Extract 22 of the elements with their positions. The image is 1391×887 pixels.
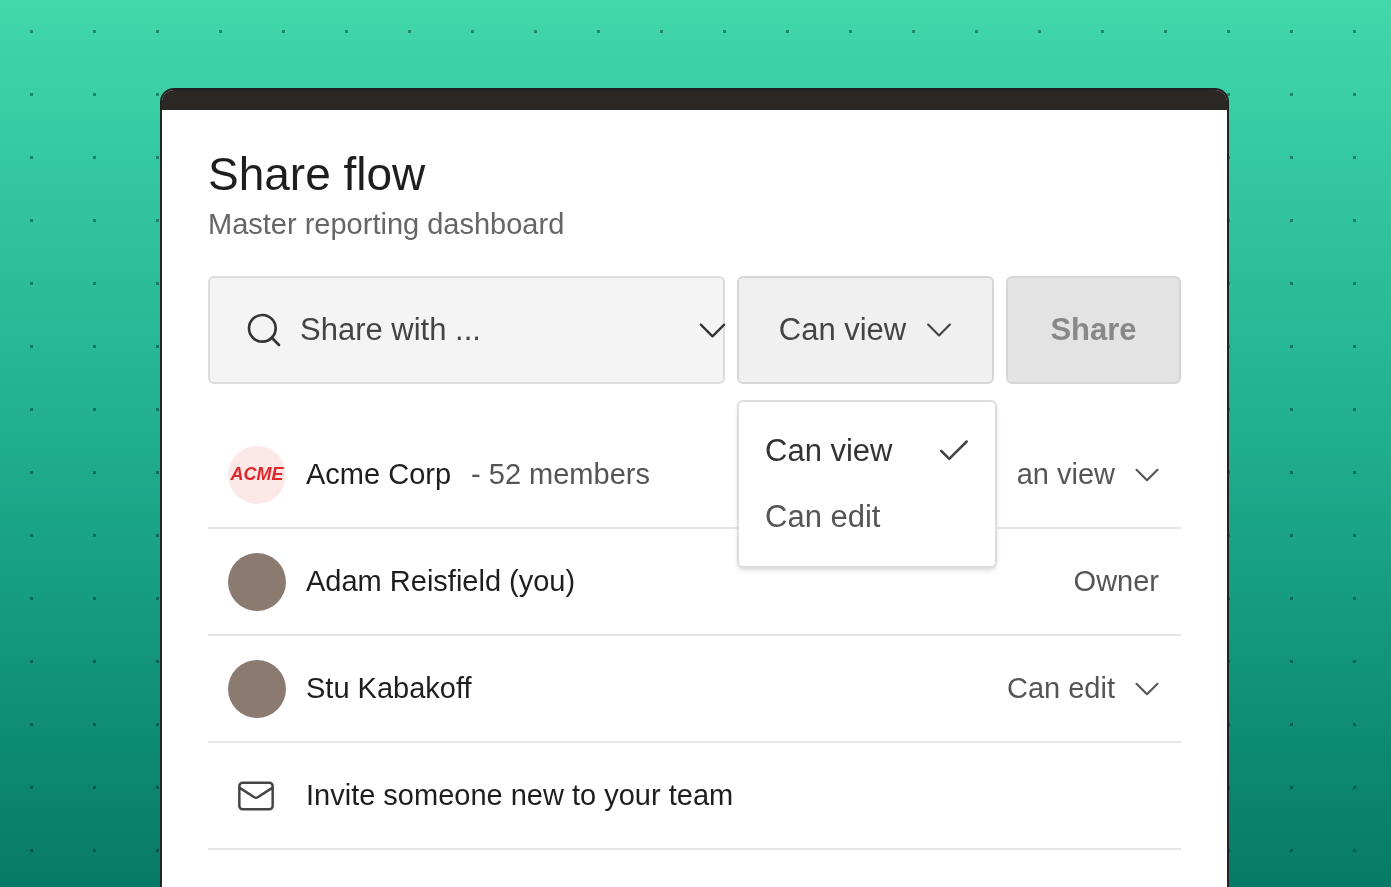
chevron-down-icon	[1135, 681, 1159, 696]
role-select[interactable]: Can edit	[1007, 666, 1159, 711]
invite-link[interactable]: Invite someone new to your team	[306, 773, 734, 818]
dialog-subtitle: Master reporting dashboard	[208, 207, 566, 242]
permission-option[interactable]: Can edit	[739, 484, 995, 550]
share-with-field[interactable]: Share with ...	[208, 276, 725, 384]
chevron-down-icon	[926, 323, 953, 337]
chevron-down-icon	[1135, 467, 1159, 482]
avatar-placeholder	[228, 552, 286, 611]
permission-option[interactable]: Can view	[739, 418, 995, 484]
role-select[interactable]: an view	[1016, 452, 1159, 497]
member-name: Stu Kabakoff	[306, 670, 472, 706]
chevron-down-icon	[699, 322, 726, 338]
dialog-title: Share flow	[208, 147, 427, 202]
member-name: Acme Corp	[306, 456, 452, 492]
permission-select[interactable]: Can view	[737, 276, 994, 384]
role-label: Owner	[1073, 563, 1159, 599]
member-name: Adam Reisfield (you)	[306, 563, 576, 599]
org-logo: ACME	[228, 445, 286, 504]
share-with-input[interactable]: Share with ...	[300, 306, 699, 354]
avatar-placeholder	[228, 659, 286, 718]
member-count: - 52 members	[471, 456, 650, 492]
